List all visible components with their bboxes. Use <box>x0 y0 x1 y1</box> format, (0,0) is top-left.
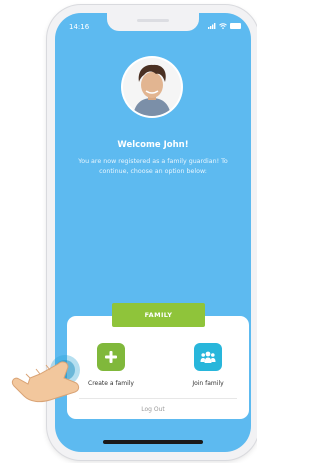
welcome-message: You are now registered as a family guard… <box>78 158 228 175</box>
wifi-icon <box>219 23 227 29</box>
logout-link[interactable]: Log Out <box>55 406 251 413</box>
join-family-button[interactable] <box>194 343 222 371</box>
profile-photo <box>123 58 181 116</box>
app-screen: 14:16 Welcome John! You are now register… <box>55 13 251 452</box>
status-time: 14:16 <box>69 23 90 31</box>
status-icons <box>208 23 241 29</box>
group-icon <box>200 351 216 363</box>
join-family-label: Join family <box>192 380 224 387</box>
signal-icon <box>208 23 216 29</box>
family-tag: FAMILY <box>112 303 205 327</box>
create-family-button[interactable] <box>97 343 125 371</box>
create-family-option[interactable]: Create a family <box>71 343 151 387</box>
speaker-grill <box>137 19 169 22</box>
phone-notch <box>107 13 199 31</box>
join-family-option[interactable]: Join family <box>168 343 248 387</box>
welcome-title: Welcome John! <box>117 140 189 150</box>
home-indicator <box>103 440 203 444</box>
tap-hand-icon <box>11 355 80 403</box>
avatar <box>123 58 181 116</box>
battery-icon <box>230 23 241 29</box>
create-family-label: Create a family <box>88 380 134 387</box>
card-divider <box>79 398 237 399</box>
plus-icon <box>105 351 117 363</box>
stage: 14:16 Welcome John! You are now register… <box>0 0 257 463</box>
